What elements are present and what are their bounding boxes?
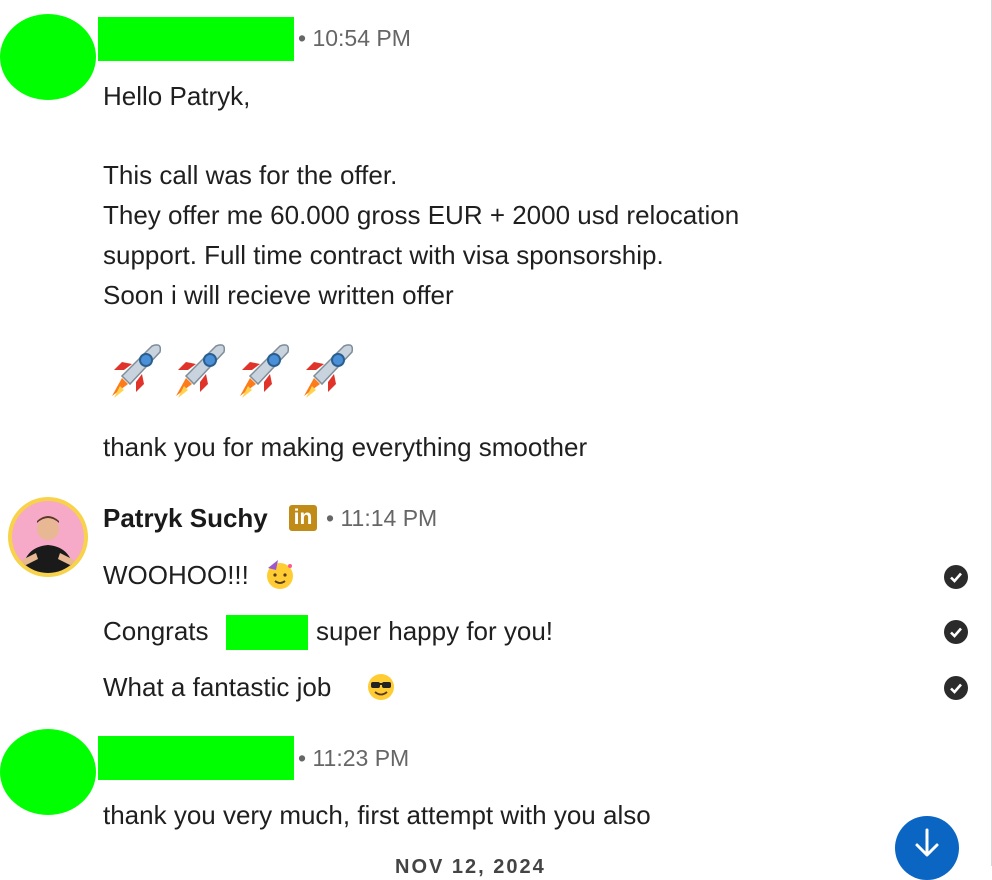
mention-redacted: [226, 615, 308, 650]
person-photo-icon: [20, 516, 76, 573]
message-line: support. Full time contract with visa sp…: [103, 240, 664, 270]
check-circle-icon: [944, 565, 968, 589]
message-line: What a fantastic job: [103, 672, 332, 702]
message-line: super happy for you!: [316, 616, 554, 646]
rocket-emoji: [112, 344, 162, 398]
check-circle-icon: [944, 620, 968, 644]
avatar-redacted[interactable]: [0, 14, 96, 100]
sender-name-redacted[interactable]: [98, 17, 294, 61]
sunglasses-face-emoji: [368, 674, 394, 700]
rocket-emoji: [304, 344, 354, 398]
message-line: This call was for the offer.: [103, 160, 398, 190]
message-line: Soon i will recieve written offer: [103, 280, 454, 310]
avatar-redacted[interactable]: [0, 729, 96, 815]
linkedin-icon: in: [289, 505, 317, 531]
sender-name-redacted[interactable]: [98, 736, 294, 780]
message-line: WOOHOO!!!: [103, 560, 249, 590]
sender-name[interactable]: Patryk Suchy: [103, 505, 268, 531]
message-line: Hello Patryk,: [103, 81, 251, 111]
message-timestamp: • 11:14 PM: [326, 505, 438, 531]
rocket-emoji: [176, 344, 226, 398]
date-divider: NOV 12, 2024: [395, 856, 546, 878]
message-line: They offer me 60.000 gross EUR + 2000 us…: [103, 200, 740, 230]
rocket-emoji: [240, 344, 290, 398]
message-timestamp: • 10:54 PM: [298, 25, 411, 51]
partying-face-emoji: [267, 560, 293, 589]
message-timestamp: • 11:23 PM: [298, 745, 410, 771]
message-line: Congrats: [103, 616, 209, 646]
message-line: thank you for making everything smoother: [103, 432, 588, 462]
arrow-down-icon: [915, 828, 939, 857]
avatar-patryk-suchy[interactable]: [8, 497, 88, 577]
check-circle-icon: [944, 676, 968, 700]
message-line: thank you very much, first attempt with …: [103, 800, 651, 830]
scroll-to-bottom-button[interactable]: [895, 816, 959, 880]
